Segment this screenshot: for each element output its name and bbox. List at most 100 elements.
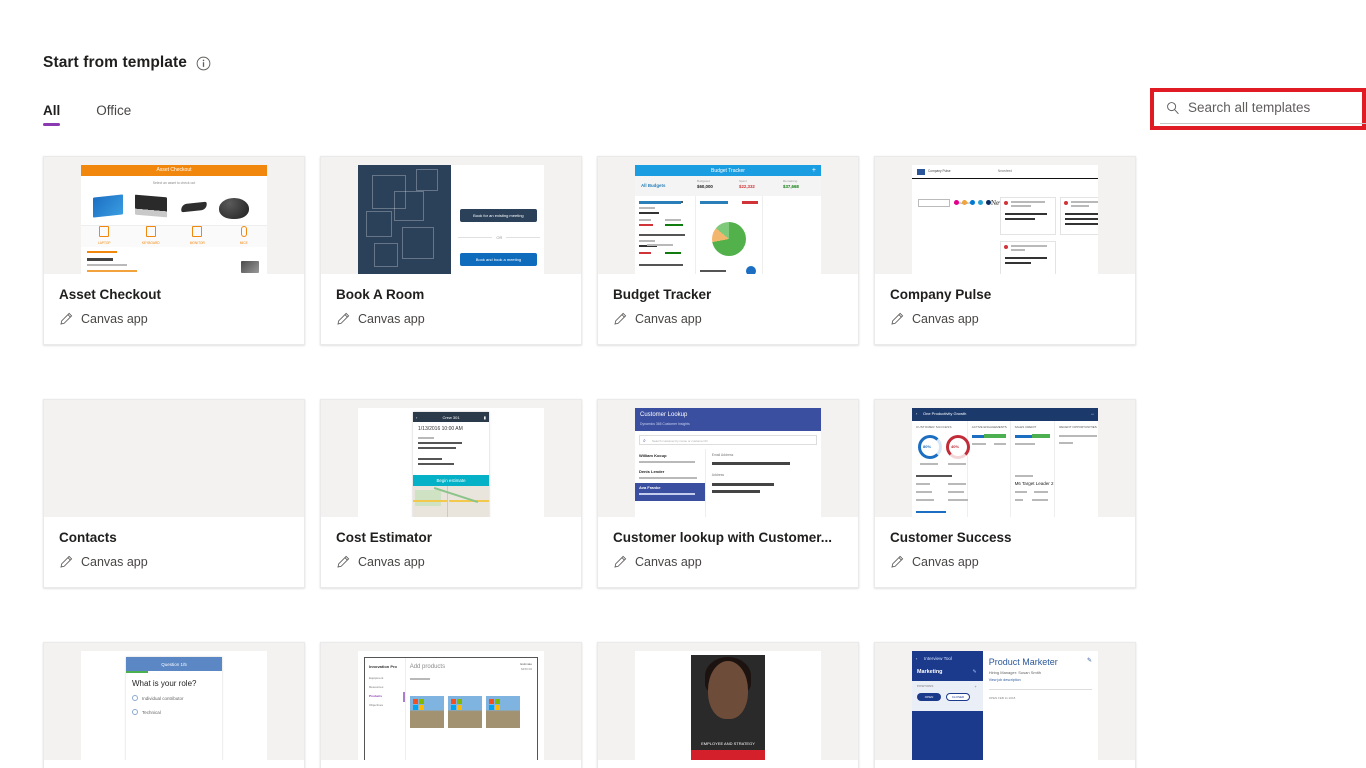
asset-checkout-preview: Asset Checkout Select an asset to check … xyxy=(81,165,267,274)
preview-title: Add products xyxy=(409,664,446,670)
pencil-icon xyxy=(613,555,627,569)
preview-button-label: Book and book a meeting xyxy=(475,257,522,262)
template-thumbnail: ‹ Interview Tool Marketing ✎ POSITIONS +… xyxy=(875,643,1135,760)
template-card[interactable]: Innovation Pro Equipment Resources Produ… xyxy=(320,642,582,768)
preview-search-placeholder: Search customer by name or customer ID xyxy=(652,439,708,443)
preview-contact: William Kocup xyxy=(639,453,667,458)
book-a-room-preview: Book for an existing meeting OR Book and… xyxy=(358,165,544,274)
preview-column-header: ACTIVE ENGAGEMENTS xyxy=(971,425,1007,429)
preview-link[interactable]: View job description xyxy=(989,678,1092,682)
customer-success-preview: ‹ One Productivity Growth ••• CUSTOMER S… xyxy=(912,408,1098,517)
template-type: Canvas app xyxy=(59,555,289,569)
customer-lookup-preview: Customer Lookup Dynamics 365 Customer In… xyxy=(635,408,821,517)
template-card-info: Contacts Canvas app xyxy=(44,517,304,587)
preview-header: Question 1/5 xyxy=(161,661,187,667)
template-title: Book A Room xyxy=(336,287,425,302)
template-thumbnail: ‹ Crew 301 ▮ 1/13/2016 10:00 AM Begin es… xyxy=(321,400,581,517)
template-type: Canvas app xyxy=(336,555,566,569)
preview-nav-label: Objectives xyxy=(369,703,384,707)
preview-pill: CLOSED xyxy=(946,693,970,701)
preview-stat-value: $22,332 xyxy=(739,184,755,189)
preview-date-label: OPEN FEB 11 2018 xyxy=(988,696,1016,700)
template-thumbnail: Book for an existing meeting OR Book and… xyxy=(321,157,581,274)
preview-subtitle: Dynamics 365 Customer Insights xyxy=(640,422,690,426)
template-thumbnail: Asset Checkout Select an asset to check … xyxy=(44,157,304,274)
template-thumbnail: ‹ One Productivity Growth ••• CUSTOMER S… xyxy=(875,400,1135,517)
template-card[interactable]: Asset Checkout Select an asset to check … xyxy=(43,156,305,345)
preview-brand: Company Pulse xyxy=(928,169,951,173)
preview-estimate-label: Estimate xyxy=(520,662,532,666)
template-card[interactable]: EMPLOYEE AND STRATEGY xyxy=(597,642,859,768)
preview-subheader: Select an asset to check out xyxy=(152,180,196,185)
preview-pill: OPEN xyxy=(917,693,941,701)
preview-gauge-value: 40% xyxy=(951,444,960,449)
template-type-label: Canvas app xyxy=(358,555,425,569)
template-filter-tabs: All Office xyxy=(43,103,143,126)
template-title: Customer Success xyxy=(890,530,1012,545)
preview-caption: EMPLOYEE AND STRATEGY xyxy=(701,741,755,746)
search-icon xyxy=(1166,101,1180,115)
template-thumbnail: Question 1/5 What is your role? Individu… xyxy=(44,643,304,760)
preview-title: Newsfeed xyxy=(997,169,1013,173)
template-card-info: Book A Room Canvas app xyxy=(321,274,581,344)
template-card[interactable]: Customer Lookup Dynamics 365 Customer In… xyxy=(597,399,859,588)
template-card[interactable]: ‹ Crew 301 ▮ 1/13/2016 10:00 AM Begin es… xyxy=(320,399,582,588)
preview-header: Budget Tracker xyxy=(711,167,745,174)
preview-pie-chart xyxy=(712,222,747,256)
preview-tab-label: MONITOR xyxy=(189,240,205,245)
preview-stat-value: $60,000 xyxy=(697,184,713,189)
template-type-label: Canvas app xyxy=(912,555,979,569)
template-title: Budget Tracker xyxy=(613,287,712,302)
search-input[interactable] xyxy=(1188,100,1365,115)
template-thumbnail: Customer Lookup Dynamics 365 Customer In… xyxy=(598,400,858,517)
search-box[interactable] xyxy=(1160,94,1366,124)
tab-office[interactable]: Office xyxy=(72,103,143,126)
survey-preview: Question 1/5 What is your role? Individu… xyxy=(81,651,267,760)
preview-nav-label: Products xyxy=(369,694,383,698)
pencil-icon xyxy=(336,312,350,326)
preview-nav-label: Equipment xyxy=(369,676,384,680)
template-type-label: Canvas app xyxy=(358,312,425,326)
preview-stat-label: Budgeted xyxy=(697,179,710,183)
template-card[interactable]: Question 1/5 What is your role? Individu… xyxy=(43,642,305,768)
template-thumbnail: Innovation Pro Equipment Resources Produ… xyxy=(321,643,581,760)
template-card-info: Cost Estimator Canvas app xyxy=(321,517,581,587)
template-card[interactable]: ‹ Interview Tool Marketing ✎ POSITIONS +… xyxy=(874,642,1136,768)
template-type: Canvas app xyxy=(336,312,566,326)
template-type-label: Canvas app xyxy=(912,312,979,326)
template-card-info xyxy=(875,760,1135,768)
preview-tab-label: KEYBOARD xyxy=(141,240,160,245)
tab-all[interactable]: All xyxy=(43,103,72,126)
template-type-label: Canvas app xyxy=(81,312,148,326)
preview-stat-label: Remaining xyxy=(783,179,798,183)
preview-section-label: POSITIONS xyxy=(917,684,934,688)
info-circle-icon[interactable] xyxy=(196,56,211,71)
template-card[interactable]: Book for an existing meeting OR Book and… xyxy=(320,156,582,345)
template-title: Contacts xyxy=(59,530,117,545)
pencil-icon xyxy=(890,312,904,326)
template-title: Customer lookup with Customer... xyxy=(613,530,833,545)
template-card[interactable]: Company Pulse Newsfeed NEWSFEED DOCUMENT… xyxy=(874,156,1136,345)
preview-column-header: SALES CREDIT xyxy=(1014,425,1037,429)
template-grid: Asset Checkout Select an asset to check … xyxy=(43,156,1143,768)
product-gallery-preview: Innovation Pro Equipment Resources Produ… xyxy=(358,651,544,760)
preview-role: Product Marketer xyxy=(988,657,1058,667)
template-card-info xyxy=(321,760,581,768)
template-thumbnail: Company Pulse Newsfeed NEWSFEED DOCUMENT… xyxy=(875,157,1135,274)
template-type: Canvas app xyxy=(613,555,843,569)
preview-hiring-manager: Hiring Manager: Susan Smith xyxy=(988,670,1041,675)
preview-brand: Innovation Pro xyxy=(369,664,397,669)
pencil-icon xyxy=(613,312,627,326)
preview-tab-label: LAPTOP xyxy=(97,240,111,245)
templates-page: Start from template All Office Search al… xyxy=(0,0,1366,768)
preview-brand: One Productivity Growth xyxy=(923,411,967,416)
preview-estimate-value: $150.00 xyxy=(521,667,532,671)
template-card[interactable]: ‹ One Productivity Growth ••• CUSTOMER S… xyxy=(874,399,1136,588)
preview-column-header: CUSTOMER SUCCESS xyxy=(916,425,952,429)
pencil-icon xyxy=(336,555,350,569)
tab-all-label: All xyxy=(43,103,61,118)
template-card[interactable]: Contacts Canvas app xyxy=(43,399,305,588)
preview-option: Technical xyxy=(142,709,161,715)
template-card[interactable]: Budget Tracker + All Budgets Budgeted $6… xyxy=(597,156,859,345)
template-title: Asset Checkout xyxy=(59,287,162,302)
